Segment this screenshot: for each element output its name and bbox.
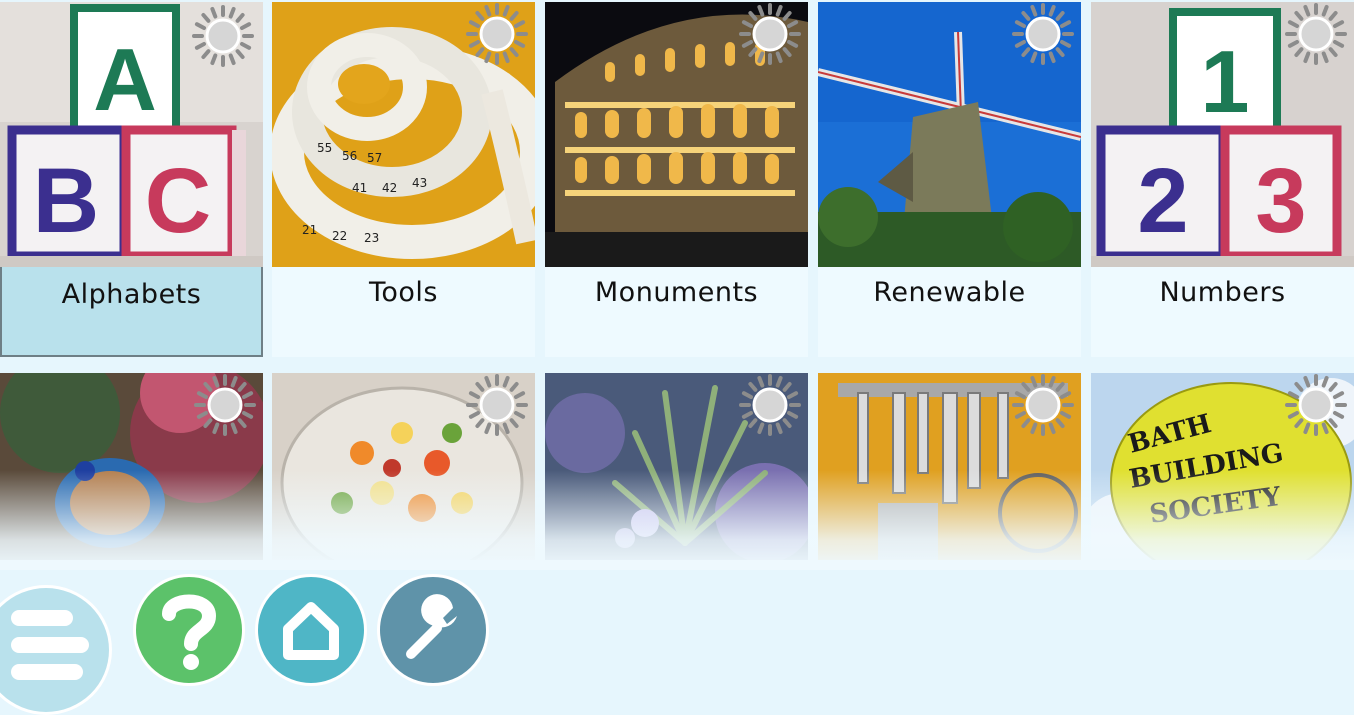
home-icon <box>283 602 339 660</box>
category-card-alphabets[interactable]: A B C Alphabets <box>0 2 263 357</box>
loading-spinner-icon <box>1012 3 1074 65</box>
loading-spinner-icon <box>1285 3 1347 65</box>
category-card-tools[interactable]: 21 22 23 55 56 57 41 42 43 Tools <box>272 2 535 357</box>
loading-spinner-icon <box>466 374 528 436</box>
svg-text:B: B <box>33 150 99 252</box>
category-card-numbers[interactable]: 1 2 3 Numbers <box>1091 2 1354 357</box>
svg-text:21: 21 <box>302 223 317 237</box>
loading-spinner-icon <box>194 374 256 436</box>
loading-spinner-icon <box>192 5 254 67</box>
category-label: Monuments <box>594 277 759 308</box>
svg-text:A: A <box>93 30 157 129</box>
category-card-rosemary[interactable] <box>545 373 808 560</box>
svg-text:22: 22 <box>332 229 347 243</box>
settings-button[interactable] <box>377 574 489 686</box>
help-button[interactable] <box>133 574 245 686</box>
category-label: Alphabets <box>61 279 202 310</box>
category-card-fruit-salad[interactable] <box>272 373 535 560</box>
svg-text:55: 55 <box>317 141 332 155</box>
category-card-fish[interactable] <box>0 373 263 560</box>
loading-spinner-icon <box>1285 374 1347 436</box>
svg-text:23: 23 <box>364 231 379 245</box>
menu-icon <box>11 610 73 626</box>
question-mark-icon <box>162 594 217 670</box>
svg-text:2: 2 <box>1137 150 1188 252</box>
loading-spinner-icon <box>739 3 801 65</box>
loading-spinner-icon <box>1012 374 1074 436</box>
svg-text:57: 57 <box>367 151 382 165</box>
loading-spinner-icon <box>739 374 801 436</box>
category-card-hot-air-balloon[interactable]: BATH BUILDING SOCIETY <box>1091 373 1354 560</box>
svg-text:C: C <box>145 150 211 252</box>
svg-text:41: 41 <box>352 181 367 195</box>
category-card-kitchen-utensils[interactable] <box>818 373 1081 560</box>
category-label: Renewable <box>873 277 1026 308</box>
svg-text:1: 1 <box>1201 32 1250 131</box>
wrench-icon <box>406 594 457 659</box>
category-label: Numbers <box>1159 277 1286 308</box>
menu-icon <box>11 637 89 653</box>
category-grid: A B C Alphabets 21 22 23 55 56 57 41 42 … <box>0 0 1354 560</box>
svg-text:43: 43 <box>412 176 427 190</box>
menu-icon <box>11 664 83 680</box>
svg-text:56: 56 <box>342 149 357 163</box>
category-card-renewable[interactable]: Renewable <box>818 2 1081 357</box>
category-card-monuments[interactable]: Monuments <box>545 2 808 357</box>
home-button[interactable] <box>255 574 367 686</box>
svg-text:3: 3 <box>1255 150 1306 252</box>
svg-text:42: 42 <box>382 181 397 195</box>
category-label: Tools <box>368 277 438 308</box>
loading-spinner-icon <box>466 3 528 65</box>
